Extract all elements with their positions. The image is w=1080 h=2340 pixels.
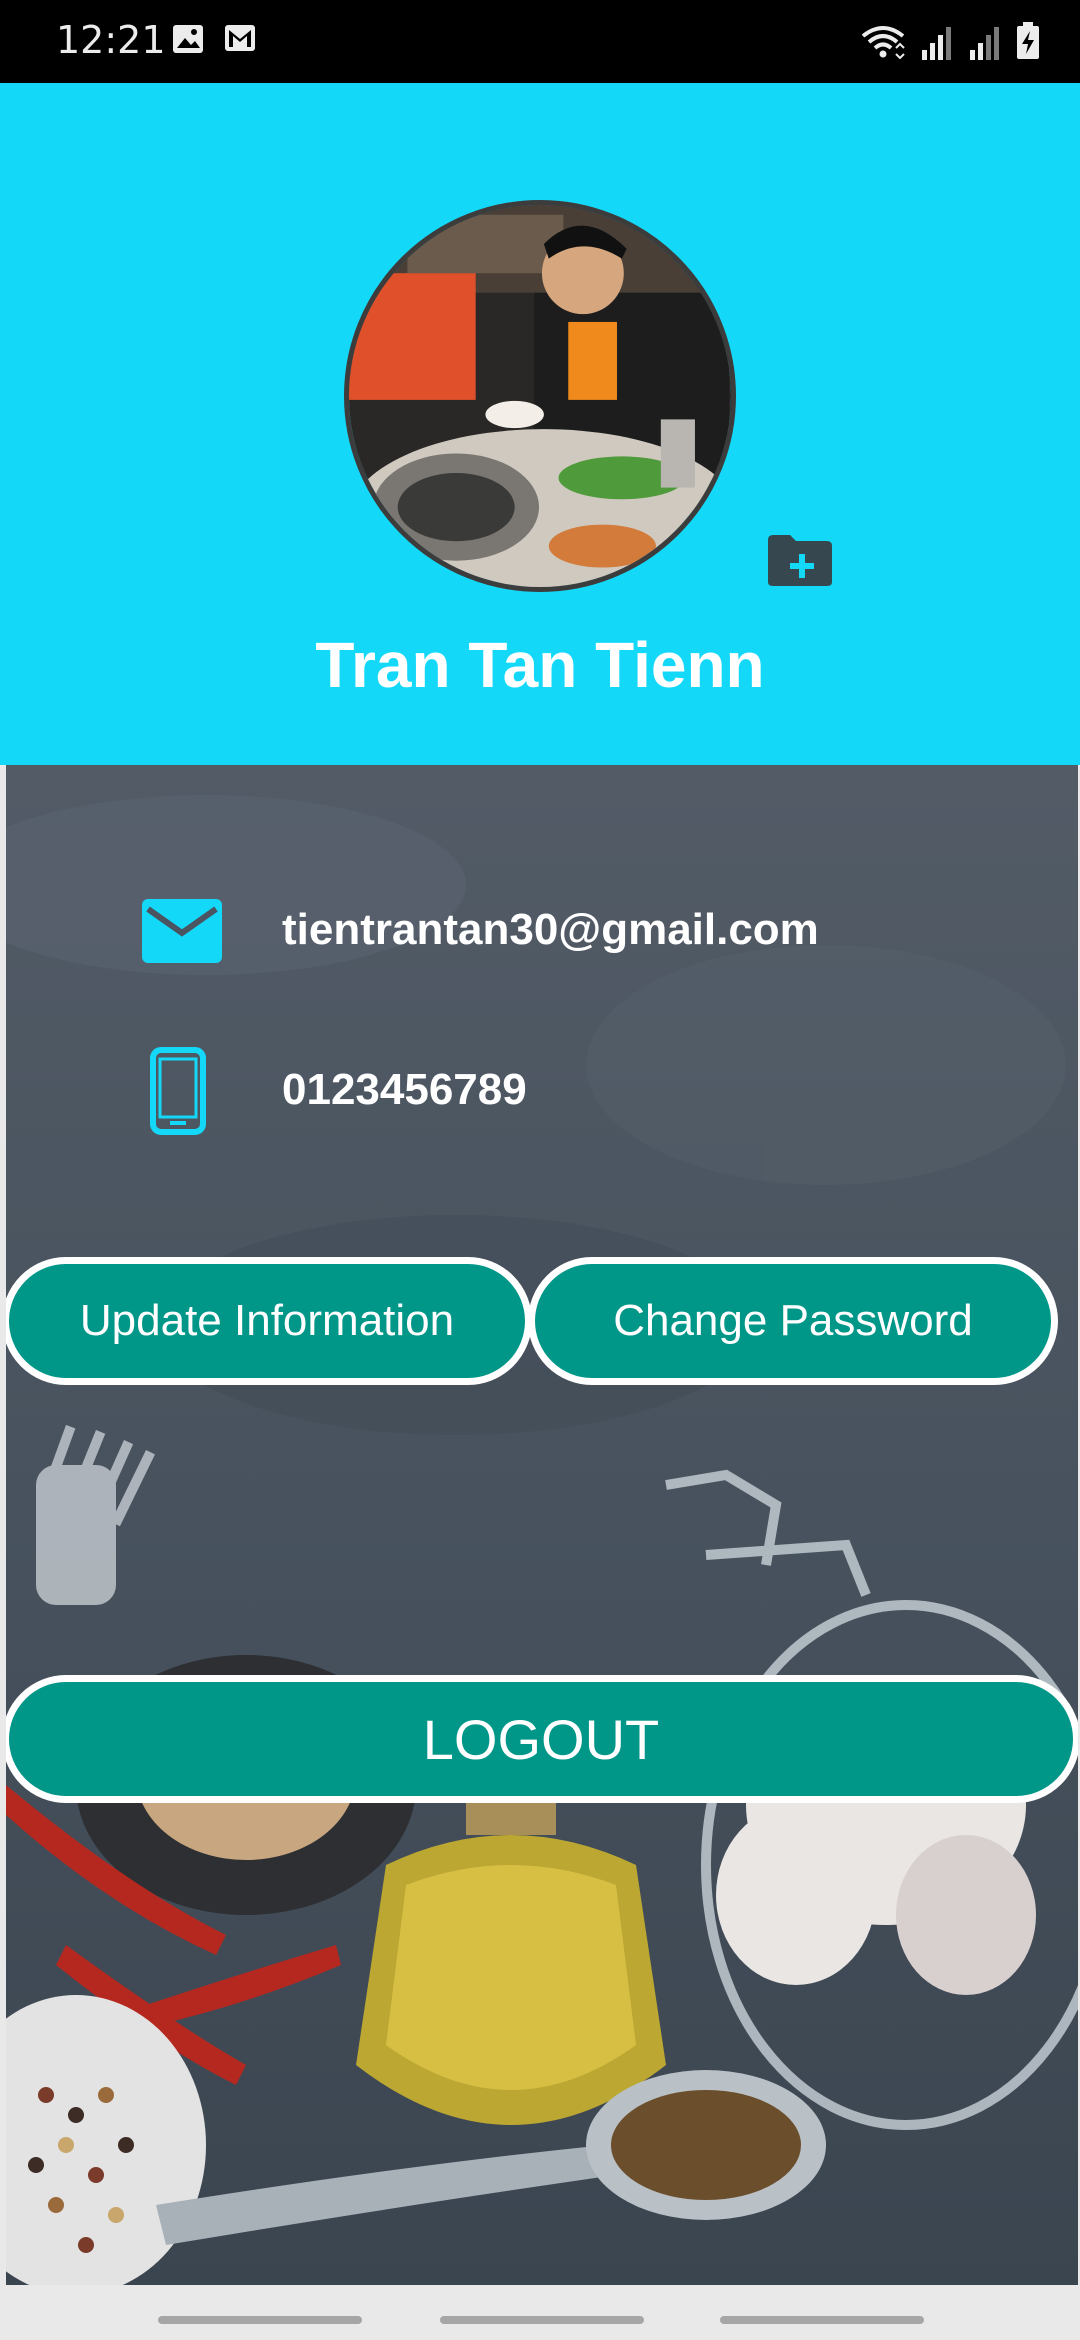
nav-recent-apps[interactable] xyxy=(158,2316,362,2324)
profile-content: tientrantan30@gmail.com 0123456789 Updat… xyxy=(6,765,1078,2285)
phone-icon xyxy=(150,1047,206,1135)
signal-icon-2 xyxy=(970,27,999,60)
change-password-button[interactable]: Change Password xyxy=(528,1257,1058,1385)
status-time: 12:21 xyxy=(56,18,166,62)
mail-icon xyxy=(142,899,222,963)
nav-back[interactable] xyxy=(720,2316,924,2324)
logout-button[interactable]: LOGOUT xyxy=(6,1675,1078,1803)
folder-add-icon[interactable] xyxy=(766,532,834,588)
profile-name: Tran Tan Tienn xyxy=(315,629,765,701)
profile-photo xyxy=(349,205,731,587)
signal-icon xyxy=(922,27,951,60)
image-icon xyxy=(173,25,203,53)
phone-text: 0123456789 xyxy=(282,1065,527,1114)
nav-home[interactable] xyxy=(440,2316,644,2324)
navigation-bar xyxy=(0,2290,1080,2340)
profile-header: Tran Tan Tienn xyxy=(0,83,1080,765)
kitchen-background-image xyxy=(6,765,1078,2285)
status-bar: 12:21 xyxy=(0,0,1080,83)
gmail-icon xyxy=(225,25,255,51)
wifi-icon xyxy=(861,26,905,60)
battery-charging-icon xyxy=(1017,22,1039,59)
avatar[interactable] xyxy=(344,200,736,592)
update-information-button[interactable]: Update Information xyxy=(6,1257,532,1385)
email-text: tientrantan30@gmail.com xyxy=(282,905,819,954)
